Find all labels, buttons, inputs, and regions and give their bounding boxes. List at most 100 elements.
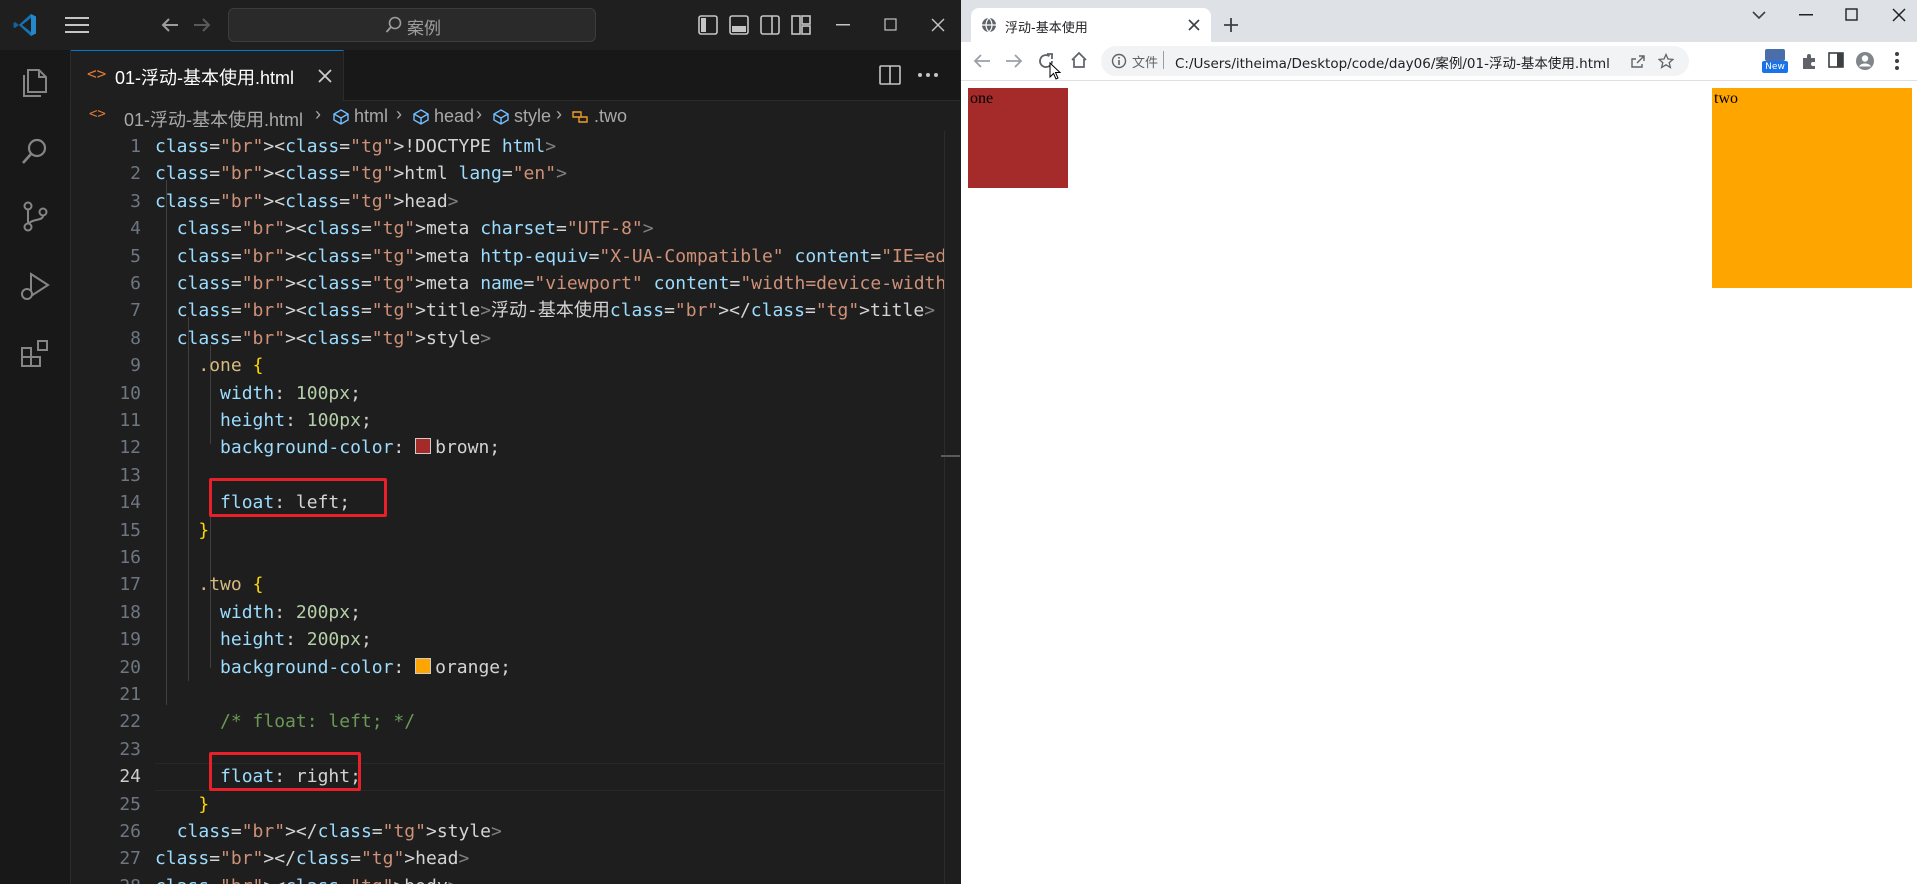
- code-line[interactable]: float: right;: [155, 763, 361, 790]
- code-line[interactable]: width: 100px;: [155, 380, 361, 407]
- symbol-element-icon: [493, 109, 509, 125]
- search-placeholder: 案例: [407, 19, 441, 39]
- close-window-icon[interactable]: [1892, 8, 1906, 22]
- code-line[interactable]: class="br"></class="tg">style>: [155, 818, 502, 845]
- maximize-icon[interactable]: [1845, 8, 1858, 21]
- code-line[interactable]: class="br"><class="tg">body>: [155, 873, 459, 884]
- breadcrumb-style[interactable]: style: [514, 106, 551, 127]
- url-text[interactable]: C:/Users/itheima/Desktop/code/day06/案例/0…: [1175, 52, 1610, 72]
- code-line[interactable]: width: 200px;: [155, 599, 361, 626]
- home-icon[interactable]: [1070, 51, 1088, 69]
- back-arrow-icon[interactable]: [160, 16, 180, 34]
- source-control-icon[interactable]: [17, 198, 53, 234]
- code-line[interactable]: class="br"><class="tg">html lang="en">: [155, 160, 567, 187]
- box-two: two: [1712, 88, 1912, 288]
- breadcrumb-head[interactable]: head: [434, 106, 474, 127]
- line-number: 8: [130, 327, 141, 349]
- chrome-menu-kebab-icon[interactable]: [1894, 51, 1900, 71]
- code-line[interactable]: height: 100px;: [155, 407, 372, 434]
- bookmark-star-icon[interactable]: [1658, 53, 1674, 69]
- split-editor-icon[interactable]: [879, 64, 901, 86]
- line-number: 13: [119, 464, 141, 486]
- code-line[interactable]: background-color: brown;: [155, 434, 500, 461]
- line-number: 6: [130, 273, 141, 294]
- line-number: 18: [119, 601, 141, 623]
- code-line[interactable]: class="br"><class="tg">meta charset="UTF…: [155, 215, 654, 242]
- code-line[interactable]: class="br"><class="tg">style>: [155, 325, 491, 352]
- breadcrumb-selector[interactable]: .two: [594, 106, 627, 127]
- line-number: 10: [119, 382, 141, 404]
- profile-avatar-icon[interactable]: [1855, 51, 1875, 71]
- editor-scrollbar[interactable]: [941, 131, 960, 884]
- vscode-logo-icon: [13, 14, 36, 36]
- extensions-puzzle-icon[interactable]: [1800, 52, 1818, 70]
- command-center-search[interactable]: 案例: [228, 8, 596, 42]
- chevron-right-icon: ›: [556, 104, 562, 124]
- line-number: 12: [119, 437, 141, 459]
- new-tab-plus-icon[interactable]: [1223, 17, 1239, 33]
- forward-arrow-icon[interactable]: [192, 16, 212, 34]
- back-arrow-icon[interactable]: [973, 53, 991, 69]
- code-line[interactable]: }: [155, 791, 209, 818]
- code-line[interactable]: class="br"></class="tg">head>: [155, 845, 469, 872]
- code-line[interactable]: background-color: orange;: [155, 654, 511, 681]
- side-panel-icon[interactable]: [1828, 52, 1844, 68]
- code-line[interactable]: class="br"><class="tg">head>: [155, 188, 459, 215]
- code-line[interactable]: class="br"><class="tg">meta name="viewpo…: [155, 270, 960, 297]
- line-number: 1: [130, 136, 141, 157]
- code-line[interactable]: /* float: left; */: [155, 708, 415, 735]
- minimize-icon[interactable]: [836, 24, 850, 26]
- close-tab-icon[interactable]: [318, 69, 332, 83]
- share-icon[interactable]: [1630, 54, 1646, 69]
- line-number: 22: [119, 711, 141, 733]
- code-line[interactable]: class="br"><class="tg">meta http-equiv="…: [155, 243, 960, 270]
- explorer-icon[interactable]: [17, 64, 53, 100]
- minimize-icon[interactable]: [1799, 14, 1813, 16]
- info-icon[interactable]: [1111, 53, 1127, 69]
- code-line[interactable]: .one {: [155, 352, 263, 379]
- chrome-tab-strip: 浮动-基本使用: [961, 0, 1917, 42]
- symbol-element-icon: [413, 109, 429, 125]
- tab-search-chevron-icon[interactable]: [1752, 10, 1766, 20]
- forward-arrow-icon[interactable]: [1005, 53, 1023, 69]
- box-two-label: two: [1714, 90, 1738, 107]
- code-line[interactable]: class="br"><class="tg">title>浮动-基本使用clas…: [155, 297, 935, 324]
- line-number: 26: [119, 821, 141, 842]
- code-line[interactable]: }: [155, 517, 209, 544]
- editor-tab[interactable]: <> 01-浮动-基本使用.html: [71, 50, 344, 101]
- line-number: 21: [119, 684, 141, 705]
- code-line[interactable]: float: left;: [155, 489, 350, 516]
- chevron-right-icon: ›: [315, 104, 321, 124]
- line-number: 24: [119, 766, 141, 788]
- run-debug-icon[interactable]: [17, 268, 53, 304]
- breadcrumb-html[interactable]: html: [354, 106, 388, 127]
- close-tab-icon[interactable]: [1188, 19, 1200, 31]
- customize-layout-icon[interactable]: [791, 15, 811, 35]
- line-number-gutter: 1 2 3 4 5 6 7 8 9 10 11 12 13 14 15 16 17 18 19 20 21 22 23 24 2…: [71, 131, 141, 884]
- address-bar[interactable]: 文件 C:/Users/itheima/Desktop/code/day06/案…: [1101, 46, 1689, 76]
- mouse-cursor-icon: [1049, 62, 1062, 80]
- search-sidebar-icon[interactable]: [17, 134, 53, 170]
- line-number: 11: [119, 410, 141, 431]
- code-editor[interactable]: class="br"><class="tg">!DOCTYPE html> cla…: [155, 131, 960, 884]
- chevron-right-icon: ›: [476, 104, 482, 124]
- box-one: one: [968, 88, 1068, 188]
- line-number: 20: [119, 656, 141, 678]
- line-number: 14: [119, 492, 141, 514]
- code-line[interactable]: height: 200px;: [155, 626, 372, 653]
- code-line[interactable]: .two {: [155, 571, 263, 598]
- more-actions-icon[interactable]: [917, 72, 939, 78]
- new-feature-extension[interactable]: New: [1762, 49, 1788, 75]
- symbol-element-icon: [333, 109, 349, 125]
- toggle-panel-icon[interactable]: [729, 15, 749, 35]
- maximize-icon[interactable]: [884, 18, 897, 31]
- breadcrumb-file[interactable]: 01-浮动-基本使用.html: [124, 106, 303, 132]
- close-window-icon[interactable]: [931, 18, 945, 32]
- extensions-icon[interactable]: [17, 336, 53, 372]
- line-number: 15: [119, 519, 141, 541]
- code-line[interactable]: class="br"><class="tg">!DOCTYPE html>: [155, 133, 556, 160]
- toggle-primary-sidebar-icon[interactable]: [698, 15, 718, 35]
- toggle-secondary-sidebar-icon[interactable]: [760, 15, 780, 35]
- browser-tab[interactable]: 浮动-基本使用: [971, 8, 1211, 42]
- menu-icon[interactable]: [65, 15, 89, 35]
